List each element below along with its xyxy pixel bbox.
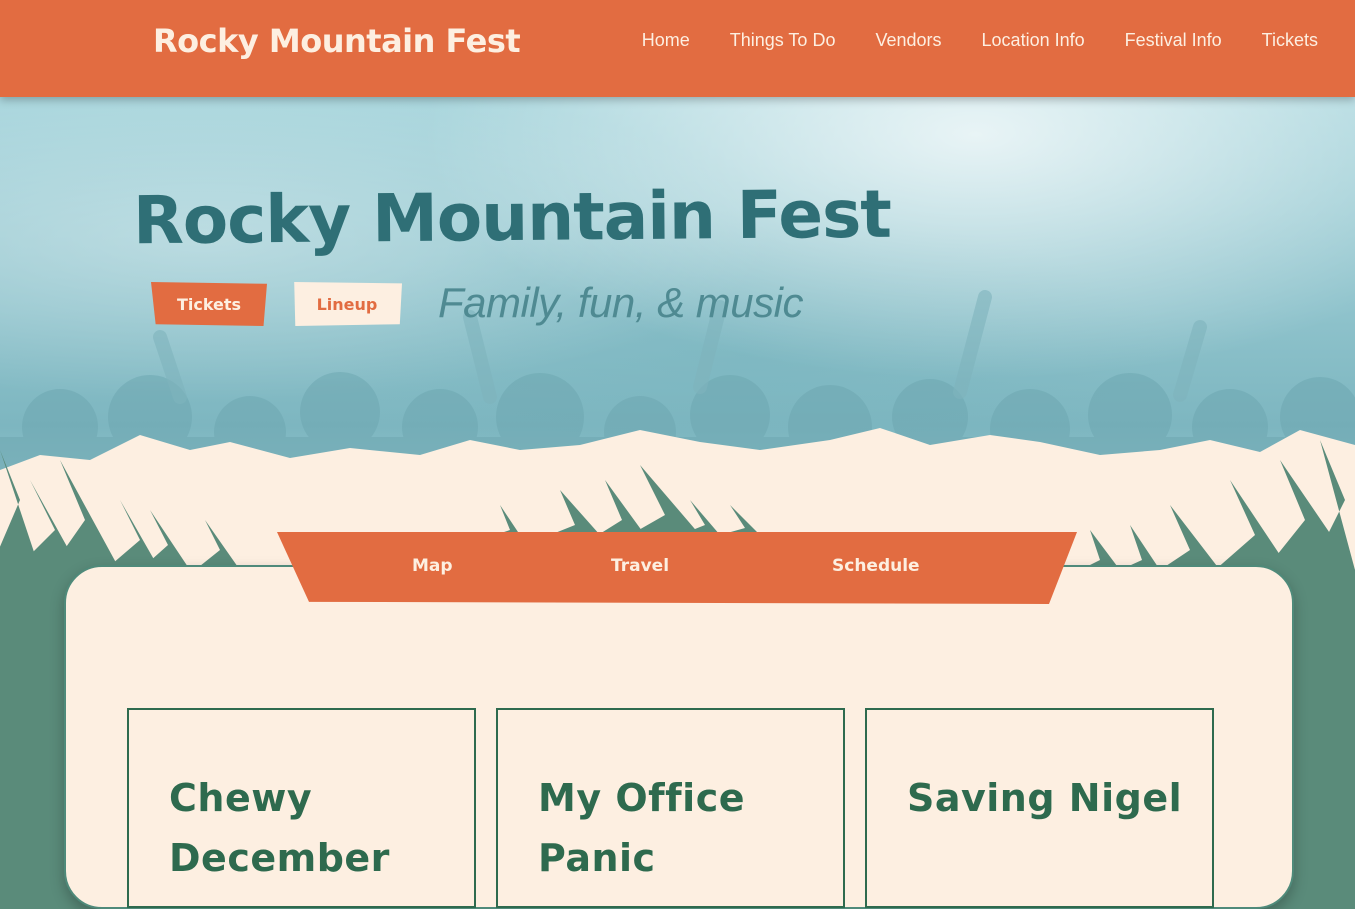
subnav-schedule[interactable]: Schedule <box>832 556 920 576</box>
tickets-button[interactable]: Tickets <box>151 282 267 326</box>
act-card[interactable]: Saving Nigel <box>865 708 1214 908</box>
nav-location-info[interactable]: Location Info <box>982 30 1085 51</box>
act-card[interactable]: My Office Panic <box>496 708 845 908</box>
lineup-grid: Chewy December My Office Panic Saving Ni… <box>127 708 1214 908</box>
nav-things-to-do[interactable]: Things To Do <box>730 30 836 51</box>
act-name: Saving Nigel <box>907 776 1183 820</box>
nav-vendors[interactable]: Vendors <box>875 30 941 51</box>
nav-festival-info[interactable]: Festival Info <box>1125 30 1222 51</box>
section-subnav: Map Travel Schedule <box>277 532 1077 604</box>
hero-tagline: Family, fun, & music <box>438 279 803 326</box>
act-card[interactable]: Chewy December <box>127 708 476 908</box>
subnav-travel[interactable]: Travel <box>611 556 669 576</box>
top-bar: Rocky Mountain Fest Home Things To Do Ve… <box>0 0 1355 97</box>
act-name: Chewy December <box>169 776 390 880</box>
subnav-map[interactable]: Map <box>412 556 453 576</box>
site-logo[interactable]: Rocky Mountain Fest <box>153 22 521 60</box>
nav-home[interactable]: Home <box>642 30 690 51</box>
hero-title: Rocky Mountain Fest <box>132 175 892 260</box>
act-name: My Office Panic <box>538 776 746 880</box>
lineup-button[interactable]: Lineup <box>294 282 402 326</box>
nav-tickets[interactable]: Tickets <box>1262 30 1318 51</box>
main-nav: Home Things To Do Vendors Location Info … <box>642 30 1318 51</box>
